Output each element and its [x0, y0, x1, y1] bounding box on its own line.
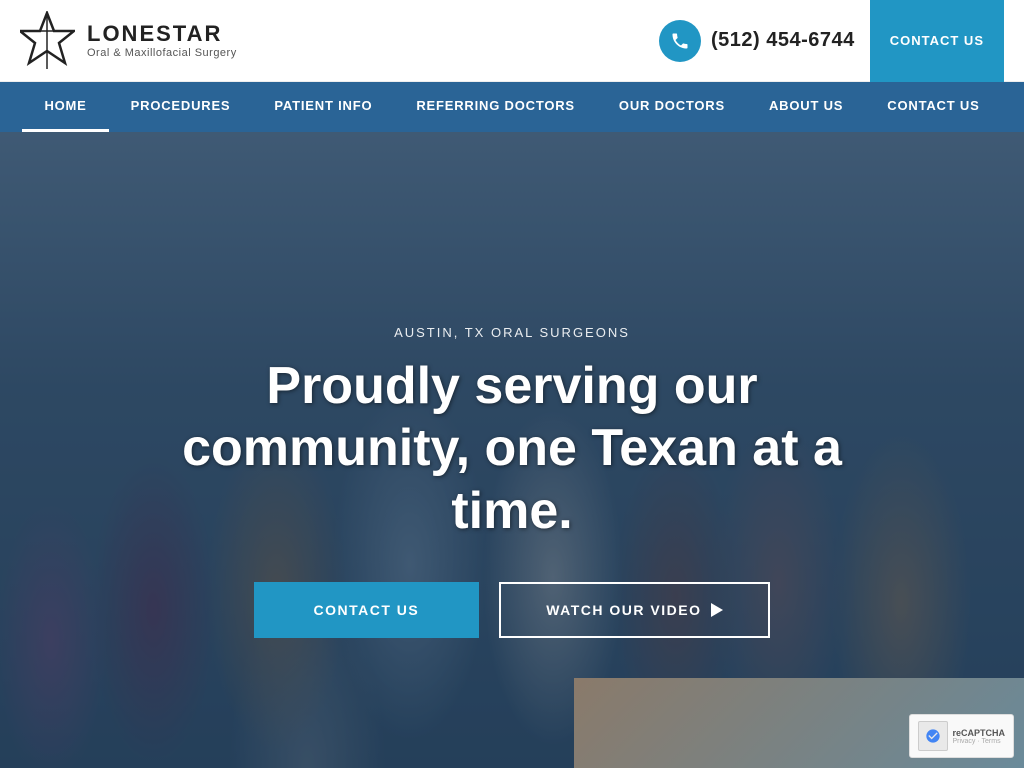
nav-item-home[interactable]: HOME — [22, 82, 108, 132]
hero-subtitle: AUSTIN, TX ORAL SURGEONS — [172, 325, 852, 340]
nav-item-procedures[interactable]: PROCEDURES — [109, 82, 253, 132]
logo-star-icon — [20, 11, 75, 71]
nav-item-about-us[interactable]: ABOUT US — [747, 82, 865, 132]
recaptcha-checkbox[interactable] — [918, 721, 948, 751]
play-icon — [711, 603, 723, 617]
brand-name: LoneStar — [87, 22, 237, 46]
hero-buttons: CONTACT US WATCH OUR VIDEO — [172, 582, 852, 638]
recaptcha-widget[interactable]: reCAPTCHA Privacy · Terms — [909, 714, 1014, 758]
logo-area[interactable]: LoneStar Oral & Maxillofacial Surgery — [20, 11, 237, 71]
recaptcha-text: reCAPTCHA Privacy · Terms — [952, 728, 1005, 745]
phone-area[interactable]: (512) 454-6744 — [659, 20, 855, 62]
hero-contact-button[interactable]: CONTACT US — [254, 582, 480, 638]
main-nav: HOME PROCEDURES PATIENT INFO REFERRING D… — [0, 82, 1024, 132]
phone-icon — [659, 20, 701, 62]
header-contact-button[interactable]: CONTACT US — [870, 0, 1004, 82]
nav-item-contact-us[interactable]: CONTACT US — [865, 82, 1001, 132]
hero-video-button[interactable]: WATCH OUR VIDEO — [499, 582, 770, 638]
header-right: (512) 454-6744 CONTACT US — [659, 0, 1004, 82]
site-header: LoneStar Oral & Maxillofacial Surgery (5… — [0, 0, 1024, 82]
video-button-label: WATCH OUR VIDEO — [546, 602, 701, 618]
brand-tagline: Oral & Maxillofacial Surgery — [87, 47, 237, 59]
hero-section: AUSTIN, TX ORAL SURGEONS Proudly serving… — [0, 132, 1024, 768]
nav-item-patient-info[interactable]: PATIENT INFO — [252, 82, 394, 132]
phone-number: (512) 454-6744 — [711, 29, 855, 52]
nav-item-our-doctors[interactable]: OUR DOCTORS — [597, 82, 747, 132]
logo-text: LoneStar Oral & Maxillofacial Surgery — [87, 22, 237, 58]
hero-title: Proudly serving our community, one Texan… — [172, 355, 852, 542]
nav-item-referring-doctors[interactable]: REFERRING DOCTORS — [394, 82, 597, 132]
hero-content: AUSTIN, TX ORAL SURGEONS Proudly serving… — [172, 325, 852, 638]
